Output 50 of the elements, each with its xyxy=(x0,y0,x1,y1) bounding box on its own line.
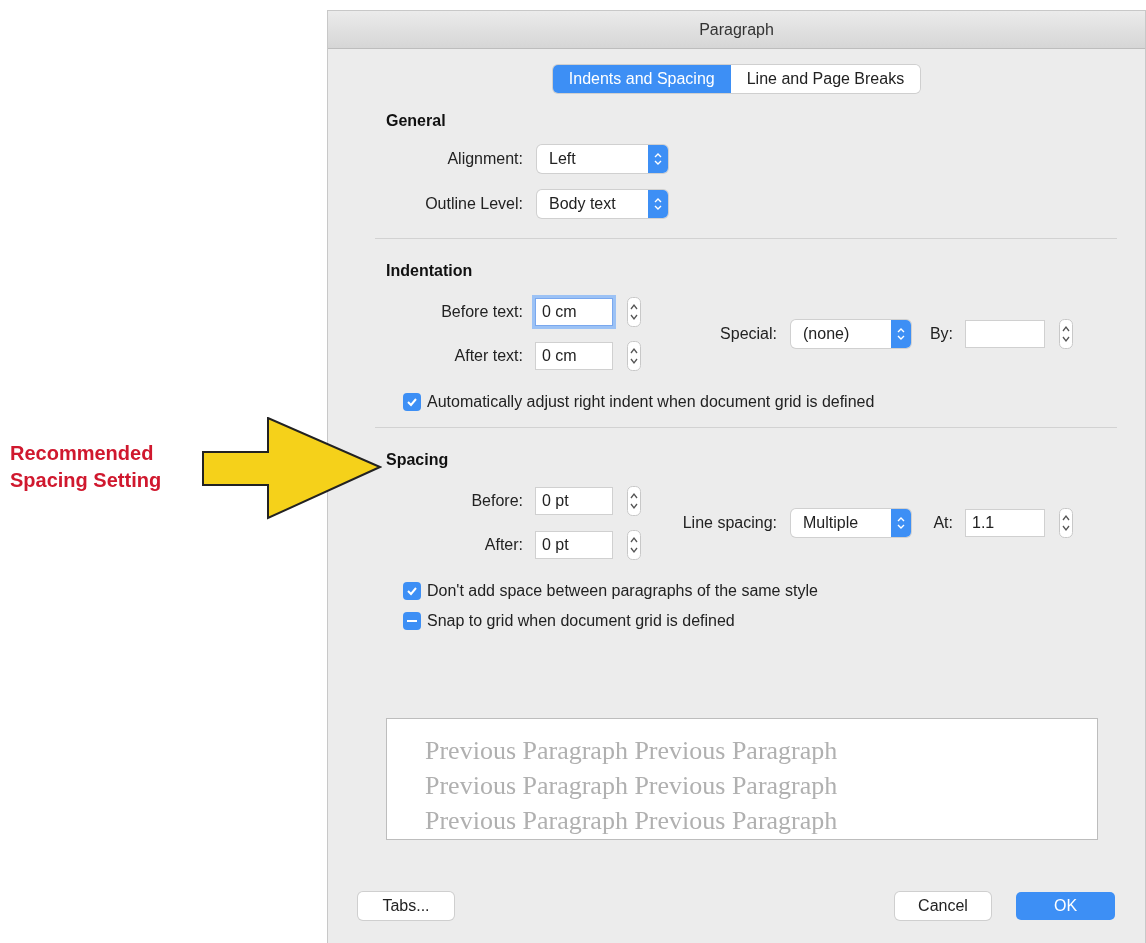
field-label: Special: xyxy=(719,324,777,344)
field-label: Line spacing: xyxy=(681,513,777,533)
input-field[interactable]: 1.1 xyxy=(965,509,1045,537)
window-title: Paragraph xyxy=(699,19,774,40)
input-field[interactable]: 0 pt xyxy=(535,531,613,559)
section-heading: Spacing xyxy=(386,450,450,470)
checkbox[interactable] xyxy=(403,582,421,600)
chevron-icon xyxy=(897,516,905,530)
stepper-icon[interactable] xyxy=(627,297,641,327)
preview-text: Previous Paragraph Previous Paragraph xyxy=(425,805,839,837)
input-field[interactable]: 0 cm xyxy=(535,298,613,326)
field-label: Before: xyxy=(470,491,523,511)
checkbox[interactable] xyxy=(403,393,421,411)
field-label: At: xyxy=(932,513,953,533)
field-label: Alignment: xyxy=(446,149,523,169)
preview-text: Previous Paragraph Previous Paragraph xyxy=(425,735,839,767)
stepper-icon[interactable] xyxy=(627,341,641,371)
dropdown[interactable]: Left xyxy=(537,145,668,173)
checkbox-label: Snap to grid when document grid is defined xyxy=(427,611,735,631)
chevron-icon xyxy=(654,197,662,211)
field-label: After: xyxy=(483,535,523,555)
arrow-icon xyxy=(202,417,382,521)
checkbox-label: Automatically adjust right indent when document grid is defined xyxy=(427,392,875,412)
dialog-button[interactable]: Cancel xyxy=(895,892,991,920)
stepper-icon[interactable] xyxy=(1059,508,1073,538)
section-heading: General xyxy=(386,111,447,131)
tab[interactable]: Line and Page Breaks xyxy=(730,65,921,93)
input-field[interactable]: 0 pt xyxy=(535,487,613,515)
stepper-icon[interactable] xyxy=(627,486,641,516)
checkbox-label: Don't add space between paragraphs of the same style xyxy=(427,581,818,601)
dropdown[interactable]: Body text xyxy=(537,190,668,218)
chevron-icon xyxy=(897,327,905,341)
section-heading: Indentation xyxy=(386,261,474,281)
check-icon xyxy=(406,585,418,597)
field-label: Outline Level: xyxy=(424,194,523,214)
preview-text: Previous Paragraph Previous Paragraph xyxy=(425,770,839,802)
dialog-button[interactable]: Tabs... xyxy=(358,892,454,920)
field-label: After text: xyxy=(453,346,523,366)
dropdown[interactable]: (none) xyxy=(791,320,911,348)
dropdown[interactable]: Multiple xyxy=(791,509,911,537)
field-label: Before text: xyxy=(440,302,523,322)
chevron-icon xyxy=(654,152,662,166)
annotation-label: Recommended Spacing Setting xyxy=(10,441,163,493)
input-field[interactable]: 0 cm xyxy=(535,342,613,370)
checkbox[interactable] xyxy=(403,612,421,630)
input-field[interactable] xyxy=(965,320,1045,348)
stepper-icon[interactable] xyxy=(627,530,641,560)
field-label: By: xyxy=(928,324,953,344)
check-icon xyxy=(406,396,418,408)
stepper-icon[interactable] xyxy=(1059,319,1073,349)
